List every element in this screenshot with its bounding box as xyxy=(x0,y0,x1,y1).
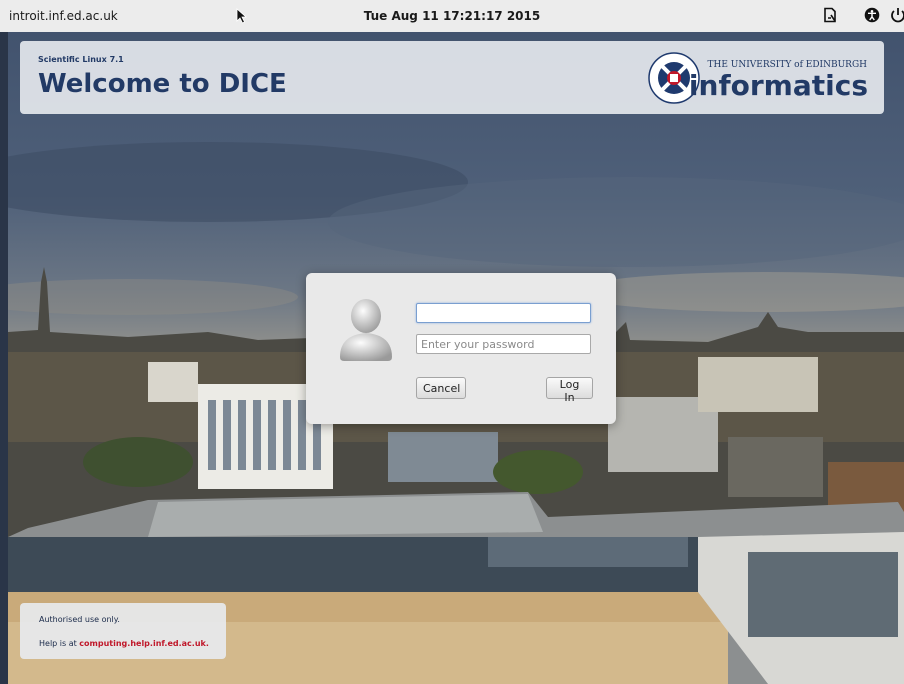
help-text: Help is at computing.help.inf.ed.ac.uk. xyxy=(39,639,209,648)
power-icon[interactable] xyxy=(890,7,904,23)
authorised-use-text: Authorised use only. xyxy=(39,615,120,624)
accessibility-icon[interactable] xyxy=(864,7,880,23)
welcome-title: Welcome to DICE xyxy=(38,69,287,99)
user-avatar-icon xyxy=(340,299,392,361)
login-dialog: Cancel Log In xyxy=(306,273,616,424)
cancel-button[interactable]: Cancel xyxy=(416,377,466,399)
usage-notice: Authorised use only. Help is at computin… xyxy=(20,603,226,659)
top-panel: introit.inf.ed.ac.uk Tue Aug 11 17:21:17… xyxy=(0,0,904,32)
os-version-label: Scientific Linux 7.1 xyxy=(38,55,124,64)
clock[interactable]: Tue Aug 11 17:21:17 2015 xyxy=(0,9,904,23)
school-name: informatics xyxy=(688,69,868,102)
help-link[interactable]: computing.help.inf.ed.ac.uk. xyxy=(79,639,209,648)
login-button[interactable]: Log In xyxy=(546,377,593,404)
mouse-cursor-icon xyxy=(236,8,248,24)
help-prefix: Help is at xyxy=(39,639,80,648)
username-input[interactable] xyxy=(416,303,591,323)
keyboard-layout-icon[interactable] xyxy=(822,7,838,23)
welcome-banner: Scientific Linux 7.1 Welcome to DICE THE… xyxy=(20,41,884,114)
password-input[interactable] xyxy=(416,334,591,354)
